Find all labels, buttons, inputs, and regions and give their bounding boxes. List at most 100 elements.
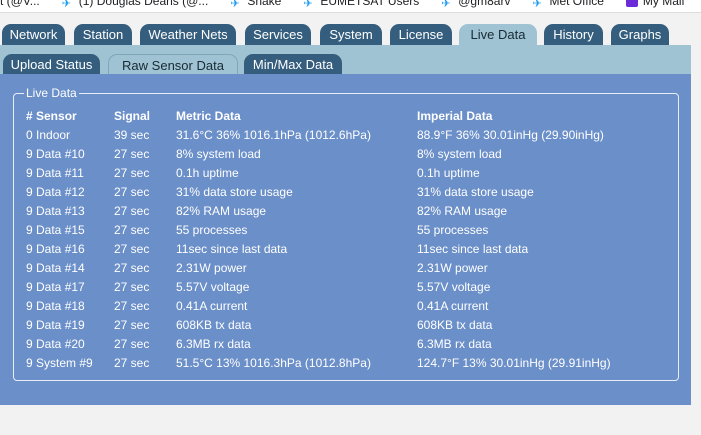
table-row: 9 Data #11 27 sec 0.1h uptime 0.1h uptime <box>26 163 647 182</box>
cell-sensor: 9 Data #18 <box>26 298 85 313</box>
cell-signal: 27 sec <box>114 260 150 275</box>
cell-imperial: 82% RAM usage <box>417 203 508 218</box>
tab-system[interactable]: System <box>320 24 382 45</box>
table-body: 0 Indoor 39 sec 31.6°C 36% 1016.1hPa (1012… <box>26 125 647 372</box>
bookmark-label: Met Office <box>549 0 604 8</box>
bookmark-item[interactable]: ✈ EUMETSAT Users <box>303 0 420 10</box>
cell-imperial: 8% system load <box>417 146 502 161</box>
live-data-panel: Upload Status Raw Sensor Data Min/Max Da… <box>0 45 691 405</box>
bookmark-label: (1) Douglas Deans (@... <box>78 0 209 8</box>
cell-metric: 0.41A current <box>176 298 248 313</box>
table-row: 9 Data #17 27 sec 5.57V voltage 5.57V volta… <box>26 277 647 296</box>
cell-imperial: 0.1h uptime <box>417 165 480 180</box>
cell-sensor: 9 Data #20 <box>26 336 85 351</box>
cell-signal: 27 sec <box>114 317 150 332</box>
table-row: 9 Data #14 27 sec 2.31W power 2.31W power <box>26 258 647 277</box>
cell-sensor: 9 Data #12 <box>26 184 85 199</box>
cell-imperial: 55 processes <box>417 222 489 237</box>
cell-metric: 31.6°C 36% 1016.1hPa (1012.6hPa) <box>176 127 371 142</box>
cell-metric: 608KB tx data <box>176 317 252 332</box>
table-row: 9 System #9 27 sec 51.5°C 13% 1016.3hPa (1… <box>26 353 647 372</box>
bookmark-item[interactable]: ✈ @gm8arv <box>441 0 511 10</box>
mail-icon <box>625 0 638 7</box>
table-row: 9 Data #20 27 sec 6.3MB rx data 6.3MB rx da… <box>26 334 647 353</box>
subtab-upload-status[interactable]: Upload Status <box>3 54 100 75</box>
tab-weather-nets[interactable]: Weather Nets <box>140 24 236 45</box>
bookmark-item[interactable]: t (@V... <box>0 0 40 8</box>
tab-live-data[interactable]: Live Data <box>459 24 537 46</box>
cell-metric: 11sec since last data <box>176 241 288 256</box>
cell-metric: 51.5°C 13% 1016.3hPa (1012.8hPa) <box>176 355 371 370</box>
tab-history[interactable]: History <box>544 24 603 45</box>
twitter-icon: ✈ <box>441 0 451 10</box>
cell-signal: 27 sec <box>114 165 150 180</box>
tab-station[interactable]: Station <box>74 24 132 45</box>
live-data-fieldset: Live Data # Sensor Signal Metric Data Im… <box>13 86 679 381</box>
bookmark-item[interactable]: ✈ Met Office <box>532 0 604 10</box>
cell-sensor: 9 Data #17 <box>26 279 85 294</box>
cell-signal: 27 sec <box>114 279 150 294</box>
cell-sensor: 9 Data #19 <box>26 317 85 332</box>
subtab-min-max-data[interactable]: Min/Max Data <box>244 54 342 75</box>
column-header-signal: Signal <box>114 108 151 123</box>
sensor-table: # Sensor Signal Metric Data Imperial Dat… <box>26 106 647 372</box>
column-header-metric: Metric Data <box>176 108 241 123</box>
cell-sensor: 0 Indoor <box>26 127 71 142</box>
cell-metric: 2.31W power <box>176 260 247 275</box>
bookmark-item[interactable]: My Mail <box>625 0 685 8</box>
cell-metric: 31% data store usage <box>176 184 293 199</box>
cell-imperial: 88.9°F 36% 30.01inHg (29.90inHg) <box>417 127 604 142</box>
cell-signal: 27 sec <box>114 336 150 351</box>
cell-signal: 27 sec <box>114 298 150 313</box>
cell-metric: 82% RAM usage <box>176 203 267 218</box>
cell-sensor: 9 Data #11 <box>26 165 84 180</box>
table-row: 9 Data #15 27 sec 55 processes 55 processes <box>26 220 647 239</box>
cell-imperial: 6.3MB rx data <box>417 336 492 351</box>
tab-graphs[interactable]: Graphs <box>611 24 669 45</box>
tab-network[interactable]: Network <box>2 24 65 45</box>
bookmark-label: EUMETSAT Users <box>320 0 420 8</box>
fieldset-legend: Live Data <box>24 86 79 100</box>
column-header-imperial: Imperial Data <box>417 108 493 123</box>
table-row: 9 Data #18 27 sec 0.41A current 0.41A curre… <box>26 296 647 315</box>
tab-content: Live Data # Sensor Signal Metric Data Im… <box>0 74 691 405</box>
bookmark-label: My Mail <box>642 0 685 8</box>
cell-sensor: 9 System #9 <box>26 355 93 370</box>
cell-imperial: 0.41A current <box>417 298 489 313</box>
bookmark-item[interactable]: ✈ (1) Douglas Deans (@... <box>61 0 209 10</box>
tab-license[interactable]: License <box>390 24 452 45</box>
table-row: 9 Data #19 27 sec 608KB tx data 608KB tx da… <box>26 315 647 334</box>
cell-signal: 27 sec <box>114 222 150 237</box>
cell-metric: 55 processes <box>176 222 248 237</box>
table-row: 9 Data #13 27 sec 82% RAM usage 82% RAM usa… <box>26 201 647 220</box>
cell-imperial: 124.7°F 13% 30.01inHg (29.91inHg) <box>417 355 611 370</box>
twitter-icon: ✈ <box>61 0 71 10</box>
cell-imperial: 11sec since last data <box>417 241 529 256</box>
bookmarks-row: t (@V... ✈ (1) Douglas Deans (@... ✈ Shake ✈ E… <box>0 0 701 12</box>
cell-sensor: 9 Data #15 <box>26 222 85 237</box>
cell-imperial: 5.57V voltage <box>417 279 491 294</box>
bookmark-item[interactable]: ✈ Shake <box>230 0 282 10</box>
table-row: 9 Data #10 27 sec 8% system load 8% system … <box>26 144 647 163</box>
cell-sensor: 9 Data #14 <box>26 260 85 275</box>
tab-services[interactable]: Services <box>245 24 311 45</box>
twitter-icon: ✈ <box>230 0 240 10</box>
cell-signal: 27 sec <box>114 146 150 161</box>
cell-imperial: 2.31W power <box>417 260 488 275</box>
twitter-icon: ✈ <box>303 0 313 10</box>
cell-metric: 8% system load <box>176 146 261 161</box>
page-bottom <box>0 405 701 435</box>
table-row: 9 Data #12 27 sec 31% data store usage 31% … <box>26 182 647 201</box>
bookmark-label: Shake <box>247 0 282 8</box>
table-row: 9 Data #16 27 sec 11sec since last data 11s… <box>26 239 647 258</box>
bookmarks-bar: t (@V... ✈ (1) Douglas Deans (@... ✈ Shake ✈ E… <box>0 0 701 13</box>
bookmark-label: @gm8arv <box>458 0 511 8</box>
subtab-raw-sensor-data[interactable]: Raw Sensor Data <box>108 54 238 76</box>
cell-signal: 27 sec <box>114 355 150 370</box>
cell-signal: 39 sec <box>114 127 150 142</box>
bookmark-label: t (@V... <box>0 0 40 8</box>
table-row: 0 Indoor 39 sec 31.6°C 36% 1016.1hPa (1012… <box>26 125 647 144</box>
cell-sensor: 9 Data #10 <box>26 146 85 161</box>
cell-sensor: 9 Data #16 <box>26 241 85 256</box>
cell-signal: 27 sec <box>114 203 150 218</box>
